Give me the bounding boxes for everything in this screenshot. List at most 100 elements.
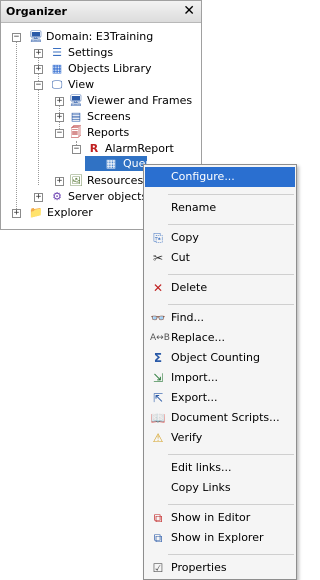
binoculars-icon: 👓 [150,311,166,325]
query-icon: ▦ [105,157,117,170]
menu-item-edit-links[interactable]: Edit links... [145,458,295,478]
collapse-icon[interactable]: − [34,81,43,90]
menu-separator [168,194,294,195]
folder-icon: 📁 [29,206,43,219]
tree-item-reports[interactable]: − 🗐 Reports [1,125,201,141]
menu-separator [168,274,294,275]
expand-icon[interactable]: + [55,113,64,122]
tree-item-settings[interactable]: + ☰ Settings [1,45,201,61]
screens-icon: ▤ [70,110,82,123]
menu-item-configure[interactable]: Configure... [145,167,295,187]
report-icon: R [89,142,99,155]
tree-item-viewer-and-frames[interactable]: + 🖥 Viewer and Frames [1,93,201,109]
scissors-icon: ✂ [152,251,164,265]
tree-item-label: Objects Library [68,62,152,75]
menu-item-object-counting[interactable]: Σ Object Counting [145,348,295,368]
tree-item-server-objects[interactable]: + ⚙ Server objects [1,189,148,205]
menu-item-cut[interactable]: ✂ Cut [145,248,295,268]
menu-item-label: Copy Links [171,481,231,494]
menu-item-verify[interactable]: ⚠ Verify [145,428,295,448]
tree-item-label: Server objects [68,190,148,203]
tree-item-alarm-report[interactable]: − R AlarmReport [1,141,201,157]
menu-item-properties[interactable]: ☑ Properties [145,558,295,578]
sigma-icon: Σ [153,351,163,365]
menu-item-export[interactable]: ⇱ Export... [145,388,295,408]
tree-item-explorer[interactable]: + 📁 Explorer [1,205,144,221]
tree-item-label: View [68,78,95,91]
menu-item-label: Export... [171,391,218,404]
menu-item-label: Rename [171,201,217,214]
resources-icon: 🖼 [69,174,83,187]
collapse-icon[interactable]: − [72,145,81,154]
settings-icon: ☰ [52,46,62,59]
show-in-editor-icon: ⧉ [153,511,163,525]
menu-item-label: Cut [171,251,190,264]
expand-icon[interactable]: + [34,49,43,58]
library-icon: ▦ [51,62,63,75]
expand-icon[interactable]: + [12,209,21,218]
menu-item-label: Import... [171,371,218,384]
tree-item-label: Settings [68,46,114,59]
tree-item-objects-library[interactable]: + ▦ Objects Library [1,61,201,77]
domain-icon: 🖥 [29,30,43,43]
properties-icon: ☑ [152,561,164,575]
menu-separator [168,554,294,555]
view-icon: 🖵 [51,78,63,91]
menu-item-label: Delete [171,281,208,294]
collapse-icon[interactable]: − [12,33,21,42]
menu-item-label: Find... [171,311,205,324]
tree-item-resources[interactable]: + 🖼 Resources [1,173,144,189]
tree-item-label: AlarmReport [105,142,174,155]
panel-title: Organizer [6,5,67,18]
tree-item-screens[interactable]: + ▤ Screens [1,109,201,125]
tree-item-domain[interactable]: − 🖥 Domain: E3Training [1,29,201,45]
expand-icon[interactable]: + [34,193,43,202]
menu-item-label: Verify [171,431,203,444]
tree-item-view[interactable]: − 🖵 View [1,77,201,93]
menu-item-label: Edit links... [171,461,232,474]
tree-item-label: Screens [87,110,131,123]
menu-item-label: Show in Editor [171,511,251,524]
menu-item-label: Copy [171,231,199,244]
menu-item-copy[interactable]: ⎘ Copy [145,228,295,248]
menu-item-copy-links[interactable]: Copy Links [145,478,295,498]
show-in-explorer-icon: ⧉ [153,531,163,545]
server-objects-icon: ⚙ [52,190,62,203]
menu-item-label: Configure... [171,170,235,183]
import-icon: ⇲ [152,371,164,385]
warning-check-icon: ⚠ [152,431,164,445]
tree-item-label: Viewer and Frames [87,94,193,107]
menu-item-show-in-explorer[interactable]: ⧉ Show in Explorer [145,528,295,548]
menu-separator [168,224,294,225]
menu-item-label: Replace... [171,331,226,344]
menu-item-find[interactable]: 👓 Find... [145,308,295,328]
menu-item-label: Document Scripts... [171,411,280,424]
export-icon: ⇱ [152,391,164,405]
expand-icon[interactable]: + [55,177,64,186]
menu-separator [168,454,294,455]
tree-item-label: Domain: E3Training [46,30,154,43]
menu-item-show-in-editor[interactable]: ⧉ Show in Editor [145,508,295,528]
tree-item-label: Resources [87,174,144,187]
menu-item-replace[interactable]: A↔B Replace... [145,328,295,348]
replace-icon: A↔B [150,333,170,343]
viewer-icon: 🖥 [69,94,83,107]
menu-item-document-scripts[interactable]: 📖 Document Scripts... [145,408,295,428]
book-icon: 📖 [150,411,166,425]
delete-icon: ✕ [152,281,164,295]
menu-item-label: Object Counting [171,351,260,364]
reports-icon: 🗐 [70,126,82,139]
menu-item-label: Show in Explorer [171,531,264,544]
menu-item-import[interactable]: ⇲ Import... [145,368,295,388]
tree-item-label: Explorer [47,206,93,219]
copy-icon: ⎘ [153,231,163,245]
expand-icon[interactable]: + [55,97,64,106]
context-menu: Configure... Rename ⎘ Copy ✂ Cut ✕ Delet… [143,164,297,580]
menu-separator [168,304,294,305]
menu-item-delete[interactable]: ✕ Delete [145,278,295,298]
expand-icon[interactable]: + [34,65,43,74]
close-icon[interactable]: ✕ [183,3,195,19]
menu-item-rename[interactable]: Rename [145,198,295,218]
menu-item-label: Properties [171,561,227,574]
collapse-icon[interactable]: − [55,129,64,138]
